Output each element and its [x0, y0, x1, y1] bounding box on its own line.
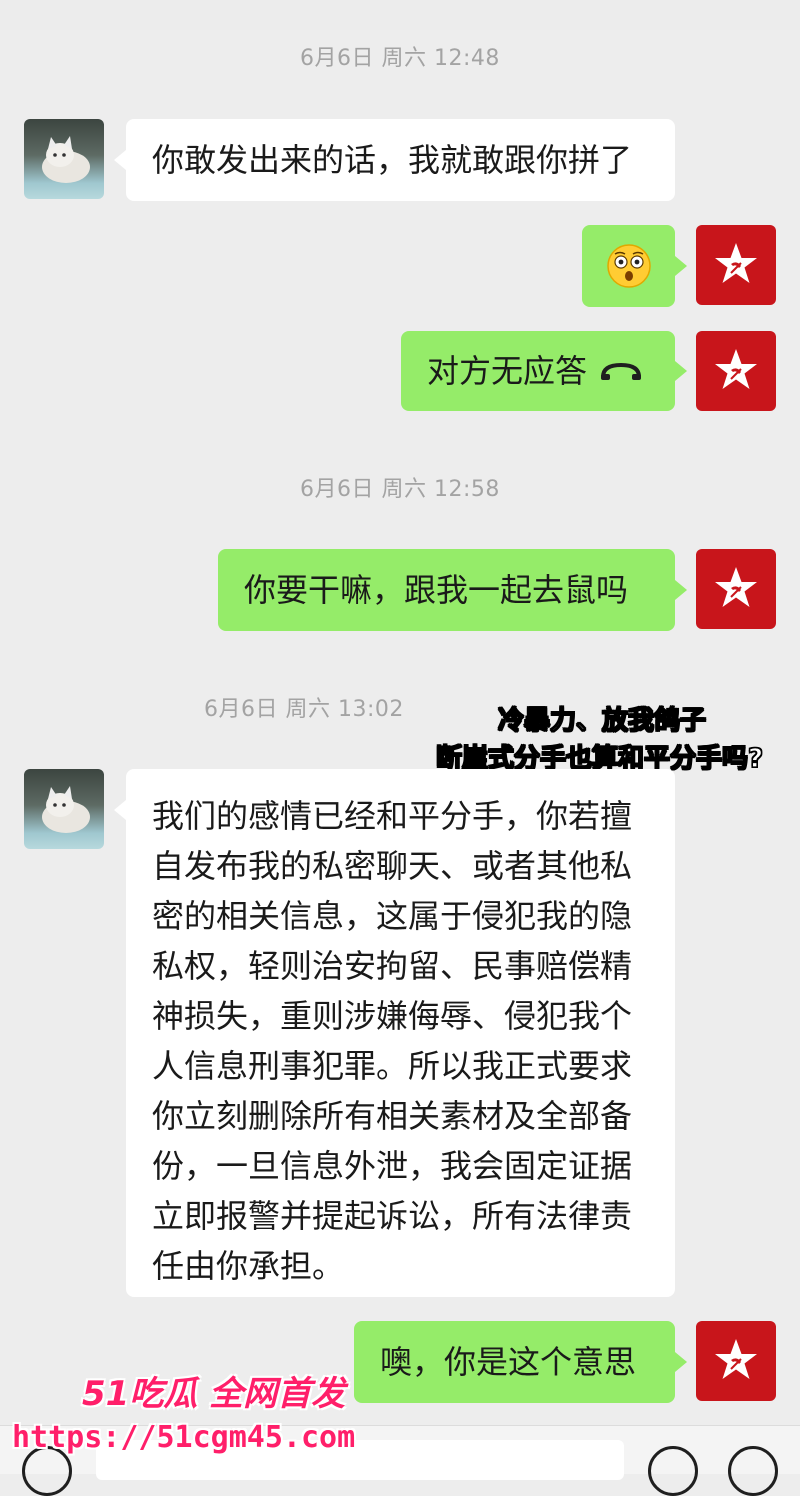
- message-bubble-sent[interactable]: 你要干嘛，跟我一起去鼠吗: [218, 549, 675, 631]
- message-text-line: 份，一旦信息外泄，我会固定证据: [152, 1147, 633, 1185]
- red-flag-star-icon: [715, 1339, 757, 1379]
- message-text-line: 密的相关信息，这属于侵犯我的隐: [152, 897, 633, 935]
- hangup-phone-icon: [601, 362, 642, 380]
- bubble-tail: [114, 800, 126, 820]
- contact-avatar[interactable]: [24, 119, 104, 199]
- watermark-url: https://51cgm45.com: [12, 1420, 356, 1455]
- bubble-tail: [675, 1352, 687, 1372]
- message-text: 你敢发出来的话，我就敢跟你拼了: [152, 141, 633, 179]
- message-text-line: 我们的感情已经和平分手，你若擅: [152, 797, 633, 835]
- timestamp: 6月6日 周六 12:58: [300, 477, 500, 502]
- red-flag-star-icon: [715, 567, 757, 607]
- message-text-line: 你立刻删除所有相关素材及全部备: [152, 1097, 633, 1135]
- message-bubble-sent[interactable]: 对方无应答: [401, 331, 675, 411]
- red-flag-star-icon: [715, 349, 757, 389]
- message-bubble-sent[interactable]: 噢，你是这个意思: [354, 1321, 675, 1403]
- self-avatar[interactable]: [696, 549, 776, 629]
- emoji-button-icon[interactable]: [648, 1446, 698, 1496]
- bubble-tail: [675, 580, 687, 600]
- self-avatar[interactable]: [696, 225, 776, 305]
- message-bubble-received[interactable]: 我们的感情已经和平分手，你若擅 自发布我的私密聊天、或者其他私 密的相关信息，这…: [126, 769, 675, 1297]
- message-text-line: 神损失，重则涉嫌侮辱、侵犯我个: [152, 997, 633, 1035]
- message-bubble-sent[interactable]: [582, 225, 675, 307]
- add-more-button-icon[interactable]: [728, 1446, 778, 1496]
- message-text-line: 自发布我的私密聊天、或者其他私: [152, 847, 633, 885]
- message-text: 噢，你是这个意思: [380, 1343, 637, 1381]
- cat-photo-icon: [42, 136, 90, 183]
- message-text-line: 任由你承担。: [152, 1247, 345, 1285]
- self-avatar[interactable]: [696, 331, 776, 411]
- bubble-tail: [114, 150, 126, 170]
- cat-photo-icon: [42, 786, 90, 833]
- red-flag-star-icon: [715, 243, 757, 283]
- bubble-tail: [675, 256, 687, 276]
- overlay-caption-line1: 冷暴力、放我鸽子: [497, 705, 707, 736]
- timestamp: 6月6日 周六 12:48: [300, 46, 500, 71]
- astonished-face-emoji-icon: [606, 244, 651, 288]
- message-text-line: 私权，轻则治安拘留、民事赔偿精: [152, 947, 633, 985]
- message-text: 对方无应答: [427, 352, 588, 390]
- message-text-line: 立即报警并提起诉讼，所有法律责: [152, 1197, 633, 1235]
- top-strip: [0, 0, 800, 30]
- message-text-line: 人信息刑事犯罪。所以我正式要求: [152, 1047, 633, 1085]
- contact-avatar[interactable]: [24, 769, 104, 849]
- message-bubble-received[interactable]: 你敢发出来的话，我就敢跟你拼了: [126, 119, 675, 201]
- bubble-tail: [675, 361, 687, 381]
- self-avatar[interactable]: [696, 1321, 776, 1401]
- message-text: 你要干嘛，跟我一起去鼠吗: [244, 571, 629, 609]
- watermark-logo: 51吃瓜 全网首发: [82, 1374, 346, 1414]
